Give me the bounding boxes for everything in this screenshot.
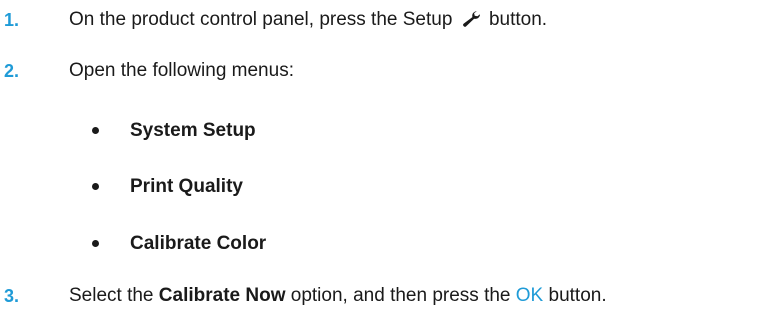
step-text: Open the following menus:: [69, 60, 294, 81]
menu-name: System Setup: [130, 120, 256, 141]
menu-name: Print Quality: [130, 176, 243, 197]
bullet-dot: [92, 240, 99, 247]
step-number: 1.: [4, 10, 20, 30]
step-text-middle: option, and then press the: [290, 285, 511, 306]
step-text-before: Select the: [69, 285, 154, 306]
bullet-dot: [92, 183, 99, 190]
bullet-dot: [92, 127, 99, 134]
step-text-after: button.: [488, 9, 548, 30]
wrench-icon: [462, 10, 482, 36]
option-name: Calibrate Now: [158, 285, 286, 306]
step-number: 3.: [4, 286, 20, 306]
menu-name: Calibrate Color: [130, 233, 267, 254]
ok-button-name: OK: [515, 285, 544, 306]
step-text-after: button.: [548, 285, 607, 306]
step-text-before: On the product control panel, press the …: [69, 9, 453, 30]
step-text: On the product control panel, press the …: [69, 7, 547, 36]
step-number: 2.: [4, 61, 20, 81]
step-text: Select the Calibrate Now option, and the…: [69, 283, 607, 309]
